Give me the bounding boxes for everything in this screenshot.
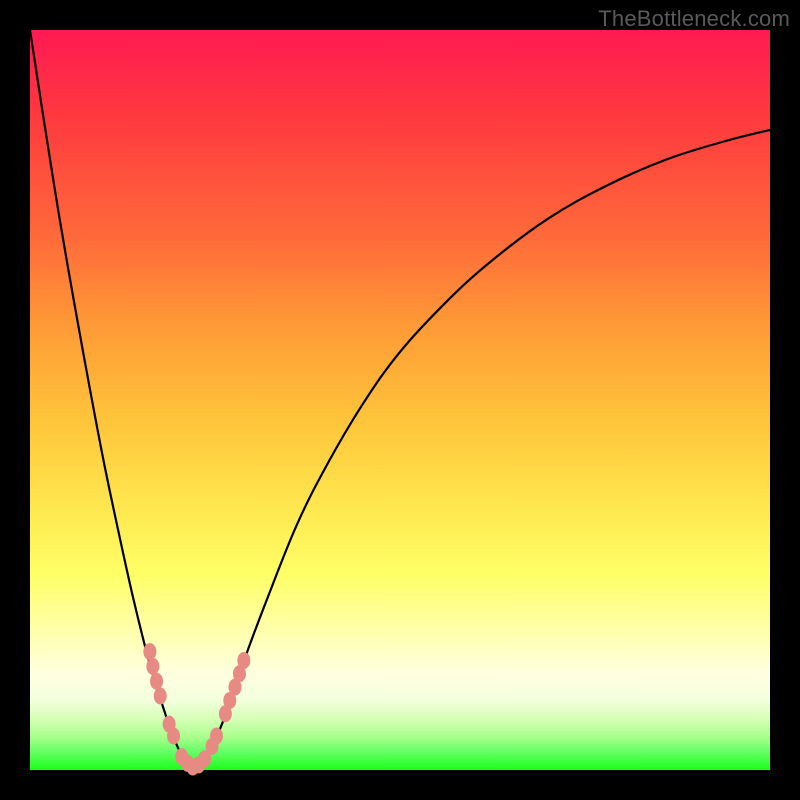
sample-dot [150,673,163,690]
sample-dots [143,643,250,775]
sample-dot [143,643,156,660]
right-branch-line [193,130,770,770]
left-branch-line [30,30,193,770]
sample-dot [167,727,180,744]
chart-frame: TheBottleneck.com [0,0,800,800]
watermark-text: TheBottleneck.com [598,6,790,32]
curve-svg [30,30,770,770]
sample-dot [154,688,167,705]
sample-dot [146,658,159,675]
plot-area [30,30,770,770]
sample-dot [210,727,223,744]
sample-dot [237,652,250,669]
